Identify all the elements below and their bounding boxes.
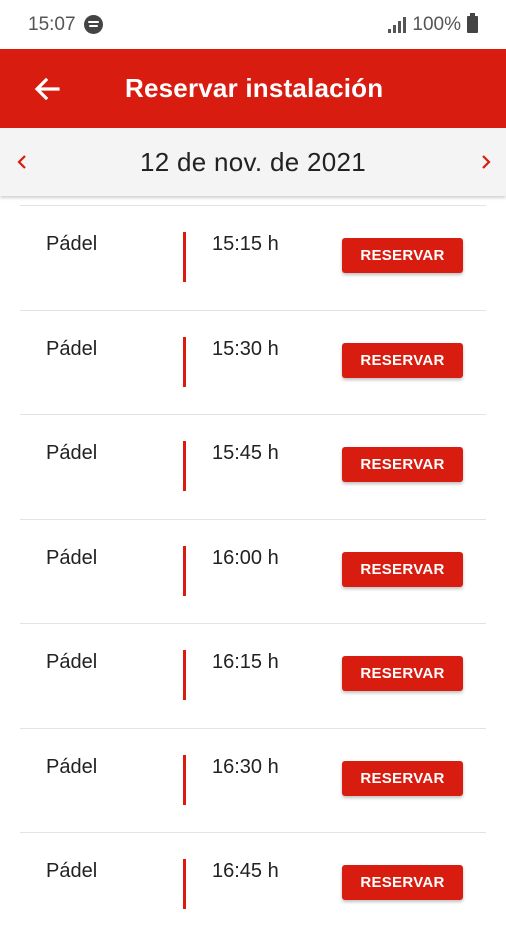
slot-divider bbox=[183, 232, 186, 282]
slot-divider bbox=[183, 650, 186, 700]
reserve-button[interactable]: RESERVAR bbox=[342, 551, 463, 587]
slot-row: Pádel 16:00 h RESERVAR bbox=[20, 518, 486, 624]
page-title: Reservar instalación bbox=[125, 73, 384, 103]
status-bar: 15:07 100% bbox=[0, 0, 506, 49]
app-bar: Reservar instalación bbox=[0, 49, 506, 128]
chevron-right-icon bbox=[482, 155, 491, 169]
slot-sport: Pádel bbox=[46, 233, 98, 255]
slot-time: 16:30 h bbox=[212, 755, 279, 778]
slot-list: Pádel 15:15 h RESERVAR Pádel 15:30 h RES… bbox=[20, 205, 486, 937]
slot-sport: Pádel bbox=[46, 337, 98, 360]
reserve-button[interactable]: RESERVAR bbox=[342, 238, 463, 273]
slot-time: 15:15 h bbox=[212, 233, 279, 255]
slot-row: Pádel 16:15 h RESERVAR bbox=[20, 623, 486, 728]
slot-divider bbox=[183, 754, 186, 805]
spotify-icon bbox=[83, 15, 103, 34]
slot-time: 16:00 h bbox=[212, 546, 279, 569]
date-navigator: 12 de nov. de 2021 bbox=[0, 128, 506, 196]
slot-row: Pádel 16:45 h RESERVAR bbox=[20, 832, 486, 937]
slot-time: 15:45 h bbox=[212, 442, 279, 464]
reserve-button[interactable]: RESERVAR bbox=[342, 447, 463, 482]
status-time: 15:07 bbox=[28, 13, 76, 35]
reserve-button[interactable]: RESERVAR bbox=[342, 865, 463, 900]
next-day-button[interactable] bbox=[466, 142, 506, 182]
status-right-group: 100% bbox=[388, 13, 478, 36]
back-button[interactable] bbox=[27, 69, 67, 109]
slot-sport: Pádel bbox=[46, 755, 98, 778]
slot-divider bbox=[183, 441, 186, 491]
chevron-left-icon bbox=[17, 155, 26, 169]
selected-date: 12 de nov. de 2021 bbox=[139, 146, 367, 177]
reserve-button[interactable]: RESERVAR bbox=[342, 342, 463, 378]
slot-divider bbox=[183, 859, 186, 909]
slot-sport: Pádel bbox=[46, 442, 98, 464]
slot-divider bbox=[183, 545, 186, 596]
slot-row: Pádel 16:30 h RESERVAR bbox=[20, 727, 486, 833]
battery-icon bbox=[467, 13, 478, 33]
slot-row: Pádel 15:30 h RESERVAR bbox=[20, 309, 486, 415]
slot-row: Pádel 15:45 h RESERVAR bbox=[20, 414, 486, 519]
slot-sport: Pádel bbox=[46, 860, 98, 882]
slot-divider bbox=[183, 336, 186, 387]
reserve-button[interactable]: RESERVAR bbox=[342, 760, 463, 796]
slot-time: 15:30 h bbox=[212, 337, 279, 360]
slot-sport: Pádel bbox=[46, 651, 98, 673]
arrow-left-icon bbox=[34, 77, 60, 100]
slot-sport: Pádel bbox=[46, 546, 98, 569]
status-time-group: 15:07 bbox=[28, 14, 103, 36]
signal-icon bbox=[388, 16, 407, 33]
battery-percentage: 100% bbox=[412, 13, 461, 35]
previous-day-button[interactable] bbox=[2, 142, 42, 182]
reserve-button[interactable]: RESERVAR bbox=[342, 656, 463, 691]
slot-time: 16:15 h bbox=[212, 651, 279, 673]
slot-row: Pádel 15:15 h RESERVAR bbox=[20, 205, 486, 310]
slot-time: 16:45 h bbox=[212, 860, 279, 882]
